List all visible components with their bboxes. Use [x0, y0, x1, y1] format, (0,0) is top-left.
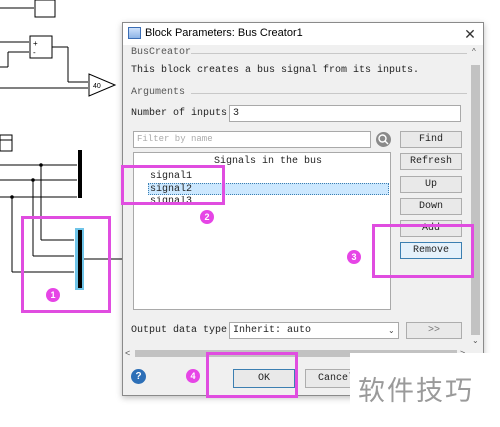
- svg-text:+: +: [33, 39, 38, 48]
- watermark-box: 软件技巧: [350, 353, 500, 427]
- scroll-up-icon[interactable]: ^: [472, 47, 476, 56]
- diagram-lines: + - 40: [0, 0, 125, 290]
- arguments-label: Arguments: [131, 87, 186, 98]
- data-type-assistant-button[interactable]: >>: [406, 322, 462, 339]
- up-button[interactable]: Up: [400, 176, 462, 193]
- chevron-down-icon[interactable]: ⌄: [388, 326, 395, 335]
- scroll-left-icon[interactable]: <: [125, 348, 130, 358]
- group-divider: [191, 53, 467, 54]
- step-badge: 2: [200, 210, 214, 224]
- find-button[interactable]: Find: [400, 131, 462, 148]
- filter-options-icon[interactable]: [376, 132, 391, 147]
- scroll-down-icon[interactable]: ⌄: [472, 336, 479, 345]
- close-button[interactable]: ✕: [461, 25, 479, 43]
- arguments-divider: [191, 93, 467, 94]
- highlight-box-bus-creator: [21, 216, 111, 313]
- simulink-canvas: + - 40: [0, 0, 125, 427]
- num-inputs-field[interactable]: 3: [229, 105, 461, 122]
- app-icon: [128, 27, 141, 39]
- gain-label: 40: [93, 83, 101, 90]
- block-top: [34, 0, 56, 18]
- vertical-scrollbar[interactable]: ^ ⌄: [469, 45, 482, 347]
- refresh-button[interactable]: Refresh: [400, 153, 462, 170]
- block-parameters-dialog: Block Parameters: Bus Creator1 ✕ BusCrea…: [122, 22, 484, 396]
- block-description: This block creates a bus signal from its…: [131, 65, 420, 76]
- highlight-box-signal: [121, 165, 225, 205]
- step-badge: 4: [186, 369, 200, 383]
- step-badge: 1: [46, 288, 60, 302]
- watermark-text: 软件技巧: [358, 376, 474, 407]
- output-type-label: Output data type:: [131, 325, 234, 336]
- output-type-select[interactable]: Inherit: auto: [229, 322, 399, 339]
- signals-header: Signals in the bus: [214, 156, 323, 167]
- help-icon[interactable]: ?: [131, 369, 146, 384]
- filter-input[interactable]: Filter by name: [133, 131, 371, 148]
- scroll-thumb[interactable]: [471, 65, 480, 335]
- highlight-box-ok: [206, 352, 298, 398]
- title-bar: Block Parameters: Bus Creator1 ✕: [123, 23, 483, 45]
- step-badge: 3: [347, 250, 361, 264]
- num-inputs-label: Number of inputs:: [131, 108, 234, 119]
- down-button[interactable]: Down: [400, 198, 462, 215]
- svg-text:-: -: [33, 48, 36, 57]
- window-title: Block Parameters: Bus Creator1: [145, 27, 303, 39]
- highlight-box-remove: [372, 224, 474, 278]
- block-type-label: BusCreator: [131, 47, 192, 58]
